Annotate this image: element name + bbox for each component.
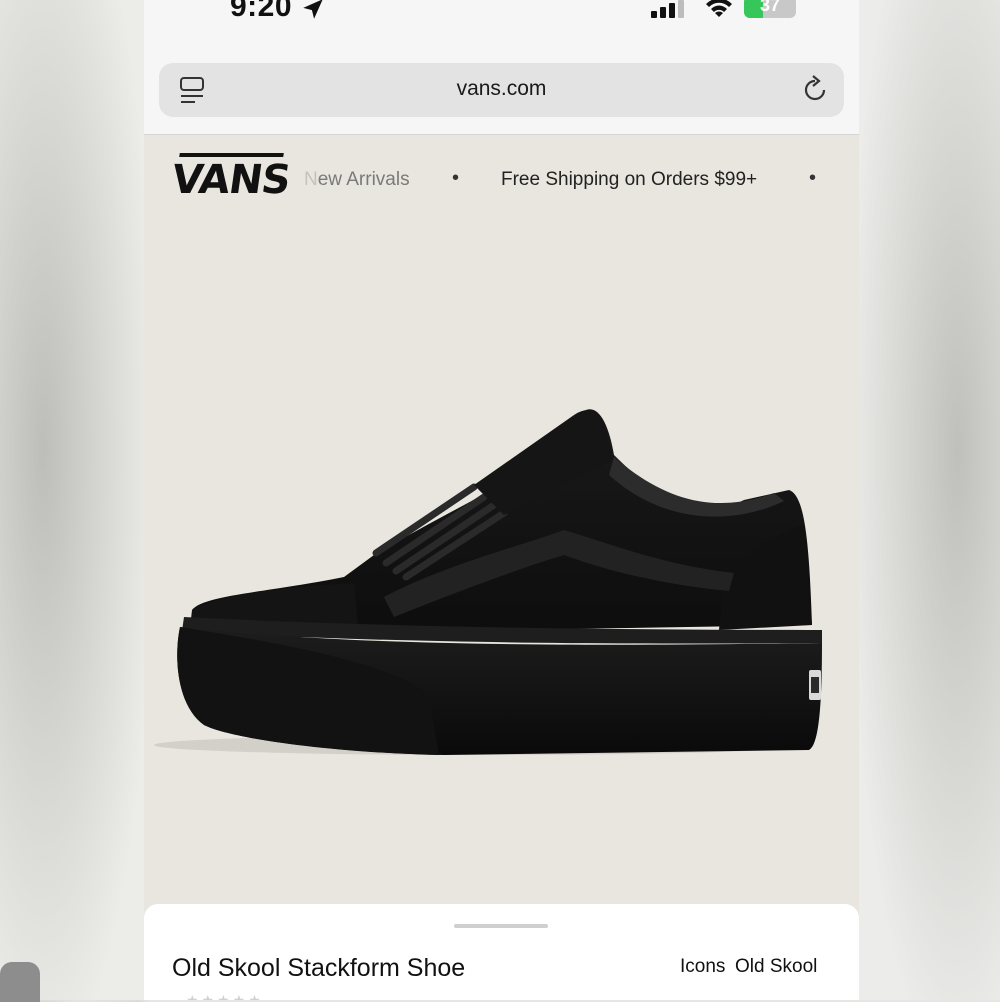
promo-separator: • (452, 167, 460, 189)
shoe-illustration (154, 409, 822, 755)
background-right (859, 0, 1000, 1000)
sheet-grabber[interactable] (454, 924, 548, 928)
promo-new-arrivals[interactable]: New Arrivals (304, 169, 410, 191)
vans-logo[interactable]: VANS (169, 157, 293, 203)
cellular-signal-icon (651, 0, 689, 23)
product-image[interactable] (144, 225, 859, 905)
battery-percent: 37 (759, 0, 781, 15)
phone-screen: 9:20 37 vans.com VANS New Arrivals • Fre… (144, 0, 859, 1000)
rating-stars: ★★★★★ (186, 992, 264, 1000)
battery-charging-icon: 37 (744, 0, 796, 18)
product-info-sheet[interactable]: Old Skool Stackform Shoe Icons Old Skool… (144, 904, 859, 1000)
status-time: 9:20 (230, 0, 293, 23)
address-bar[interactable]: vans.com (159, 63, 844, 117)
collection-tag-old-skool[interactable]: Old Skool (735, 956, 817, 978)
promo-new-arrivals-text: ew Arrivals (317, 169, 410, 190)
background-left (0, 0, 144, 1000)
promo-separator: • (809, 167, 817, 189)
site-header: VANS New Arrivals • Free Shipping on Ord… (144, 135, 859, 225)
promo-free-shipping[interactable]: Free Shipping on Orders $99+ (501, 169, 757, 191)
location-arrow-icon (300, 0, 326, 27)
url-text[interactable]: vans.com (159, 77, 844, 101)
promo-new-arrivals-faded: N (304, 169, 318, 190)
side-handle[interactable] (0, 962, 40, 1002)
wifi-icon (704, 0, 734, 23)
product-title: Old Skool Stackform Shoe (172, 954, 466, 982)
collection-tag-icons[interactable]: Icons (680, 956, 725, 978)
status-bar: 9:20 37 (144, 0, 859, 30)
reload-icon[interactable] (800, 75, 830, 110)
browser-toolbar: vans.com (144, 30, 859, 135)
